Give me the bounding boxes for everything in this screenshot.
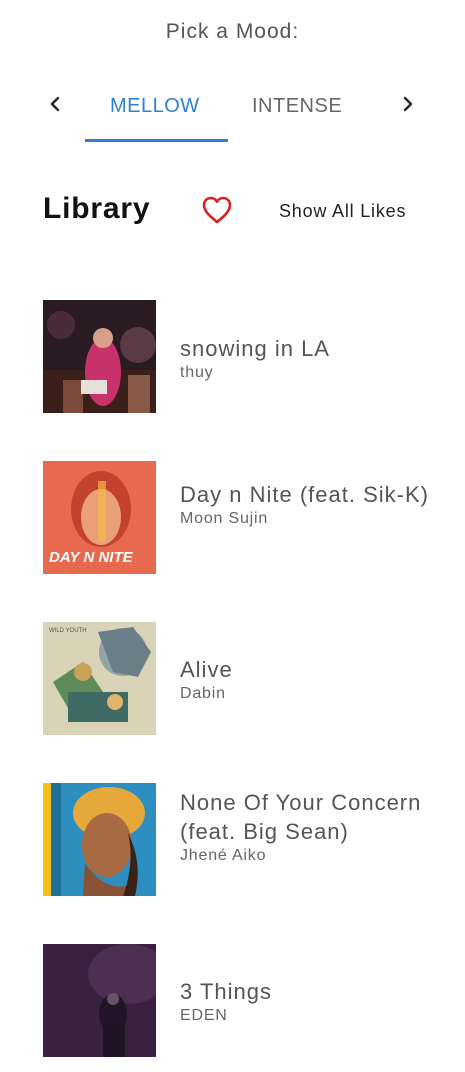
track-artist: Dabin <box>180 685 226 702</box>
show-all-likes-link[interactable]: Show All Likes <box>279 201 406 222</box>
track-item[interactable]: WILD YOUTH Alive Dabin <box>43 622 443 735</box>
album-cover: DAY N NITE <box>43 461 156 574</box>
track-artist: Moon Sujin <box>180 510 269 527</box>
track-title: None Of Your Concern (feat. Big Sean) <box>180 790 422 844</box>
track-item[interactable]: DAY N NITE Day n Nite (feat. Sik-K) Moon… <box>43 461 443 574</box>
track-item[interactable]: None Of Your Concern (feat. Big Sean) Jh… <box>43 783 443 896</box>
track-artist: thuy <box>180 364 214 381</box>
track-artist: Jhené Aiko <box>180 847 267 864</box>
track-artist: EDEN <box>180 1007 228 1024</box>
track-info: Alive Dabin <box>180 655 430 704</box>
album-cover-text: WILD YOUTH <box>49 628 87 634</box>
track-title: snowing in LA <box>180 336 330 361</box>
album-cover-text: DAY N NITE <box>49 549 134 566</box>
tab-intense[interactable]: INTENSE <box>252 95 342 118</box>
track-item[interactable]: snowing in LA thuy <box>43 300 443 413</box>
chevron-left-icon <box>48 96 62 112</box>
track-title: 3 Things <box>180 979 272 1004</box>
album-cover <box>43 783 156 896</box>
track-item[interactable]: 3 Things EDEN <box>43 944 443 1057</box>
prev-mood-button[interactable] <box>41 90 69 118</box>
track-info: None Of Your Concern (feat. Big Sean) Jh… <box>180 788 430 866</box>
track-info: 3 Things EDEN <box>180 977 430 1026</box>
heart-outline-icon <box>201 196 233 229</box>
library-title: Library <box>43 192 151 225</box>
tab-mellow[interactable]: MELLOW <box>110 95 200 118</box>
album-cover <box>43 300 156 413</box>
next-mood-button[interactable] <box>394 90 422 118</box>
library-header: Library Show All Likes <box>0 190 465 234</box>
track-info: snowing in LA thuy <box>180 334 430 383</box>
mood-selector: MELLOW INTENSE <box>0 86 465 146</box>
active-tab-indicator <box>85 139 228 142</box>
album-cover: WILD YOUTH <box>43 622 156 735</box>
track-title: Alive <box>180 657 233 682</box>
mood-header-title: Pick a Mood: <box>165 20 300 43</box>
track-info: Day n Nite (feat. Sik-K) Moon Sujin <box>180 480 430 529</box>
track-title: Day n Nite (feat. Sik-K) <box>180 482 429 507</box>
like-button[interactable] <box>201 195 233 225</box>
album-cover <box>43 944 156 1057</box>
chevron-right-icon <box>401 96 415 112</box>
